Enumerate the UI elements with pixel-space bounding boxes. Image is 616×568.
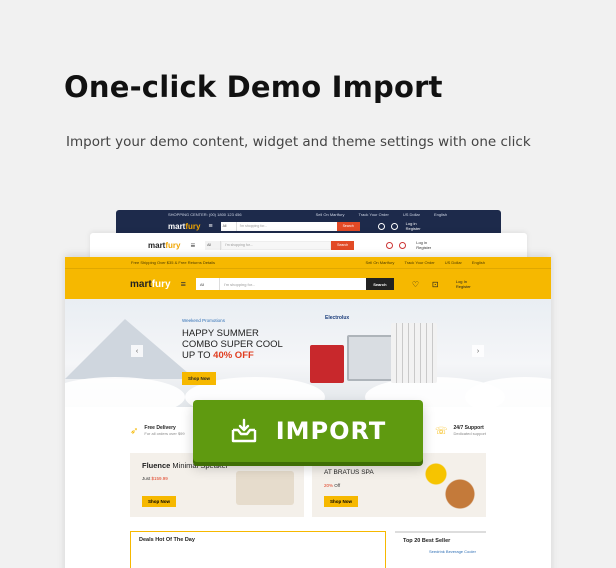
feature-delivery: ➶ Free Delivery For all orders over $99 [130,425,185,437]
shop-now-button[interactable]: Shop Now [324,496,358,507]
main-topline-left: Free Shipping Over $35 & Free Returns De… [131,260,216,265]
search-button[interactable]: Search [336,221,360,231]
feature-support: ☏ 24/7 Support Dedicated support [435,425,486,437]
cart-icon[interactable] [399,241,407,249]
hero-kicker: Weekend Promotions [182,318,225,323]
hamburger-icon[interactable]: ≡ [208,223,212,230]
dark-topline-left: SHOPPING CENTER: (00) 1800 123 456 [168,212,242,217]
white-search[interactable]: All I'm shopping for... Search [205,240,355,250]
support-icon: ☏ [435,425,448,437]
top-sellers-title: Top 20 Best Seller [403,538,451,544]
dark-topline-item: Sell On Martfury [315,212,345,217]
main-topline-item[interactable]: Track Your Order [404,260,434,265]
promo-cards: Fluence Minimal Speaker Just $159.99 Sho… [130,453,486,517]
promo-card[interactable]: VOUCHER BODY CARE AT BRATUS SPA 20% Off S… [312,453,486,517]
import-button-label: IMPORT [275,417,387,445]
page-headline: One-click Demo Import [64,70,443,104]
search-button[interactable]: Search [365,278,394,290]
page-subline: Import your demo content, widget and the… [66,134,531,150]
search-category[interactable]: All [220,221,237,231]
hero-banner: ‹ › Weekend Promotions HAPPY SUMMER COMB… [65,299,551,407]
main-topline-item[interactable]: Sell On Martfury [366,260,395,265]
mountain-graphic [65,319,195,379]
speaker-graphic [236,471,294,505]
main-header: Free Shipping Over $35 & Free Returns De… [65,257,551,299]
spa-graphic [418,459,478,509]
chevron-right-icon[interactable]: › [472,345,484,357]
hero-title: HAPPY SUMMER COMBO SUPER COOL UP TO 40% … [182,328,283,361]
import-tray-icon [231,418,256,443]
shop-now-button[interactable]: Shop Now [142,496,176,507]
cart-icon[interactable]: ⊡ [432,280,442,289]
dark-topline-item: US Dollar [402,212,420,217]
chevron-left-icon[interactable]: ‹ [131,345,143,357]
search-category[interactable]: All [205,240,222,250]
search-input[interactable]: I'm shopping for... [219,278,366,290]
hero-brand: Electrolux [325,315,350,321]
dark-search[interactable]: All I'm shopping for... Search [220,221,360,231]
main-search[interactable]: All I'm shopping for... Search [195,278,394,290]
main-login[interactable]: Log In Register [456,279,471,289]
search-button[interactable]: Search [331,240,355,250]
top-seller-item[interactable]: Seedrink Beverage Cooler [395,549,486,554]
main-topline-item[interactable]: English [472,260,485,265]
dark-topline-item: English [433,212,448,217]
dark-topline: SHOPPING CENTER: (00) 1800 123 456 Sell … [116,210,501,219]
top-sellers-panel: Top 20 Best Seller Seedrink Beverage Coo… [395,531,486,568]
radiator-graphic [391,323,437,383]
promo-card[interactable]: Fluence Minimal Speaker Just $159.99 Sho… [130,453,304,517]
search-category[interactable]: All [195,278,220,290]
heart-icon[interactable] [377,222,385,230]
rocket-icon: ➶ [130,425,139,437]
dark-login[interactable]: Log in Register [406,221,421,231]
dark-logo: martfury [168,221,201,231]
dark-topline-item: Track Your Order [358,212,389,217]
hamburger-icon[interactable]: ≡ [181,279,186,289]
deals-panel: Deals Hot Of The Day [130,531,386,568]
hamburger-icon[interactable]: ≡ [190,241,195,250]
search-input[interactable]: I'm shopping for... [236,221,337,231]
hero-shop-button[interactable]: Shop Now [182,372,216,385]
search-input[interactable]: I'm shopping for... [221,240,332,250]
main-topline-item[interactable]: US Dollar [445,260,462,265]
cloud-graphic [65,377,185,407]
heater-graphic [310,345,344,383]
white-login[interactable]: Log in Register [416,240,431,250]
import-button[interactable]: IMPORT [193,400,423,462]
cart-icon[interactable] [390,222,398,230]
heart-icon[interactable] [386,241,394,249]
deals-title: Deals Hot Of The Day [139,537,195,543]
heart-icon[interactable]: ♡ [412,280,422,289]
main-logo: martfury [130,278,171,290]
white-logo: martfury [148,240,181,250]
